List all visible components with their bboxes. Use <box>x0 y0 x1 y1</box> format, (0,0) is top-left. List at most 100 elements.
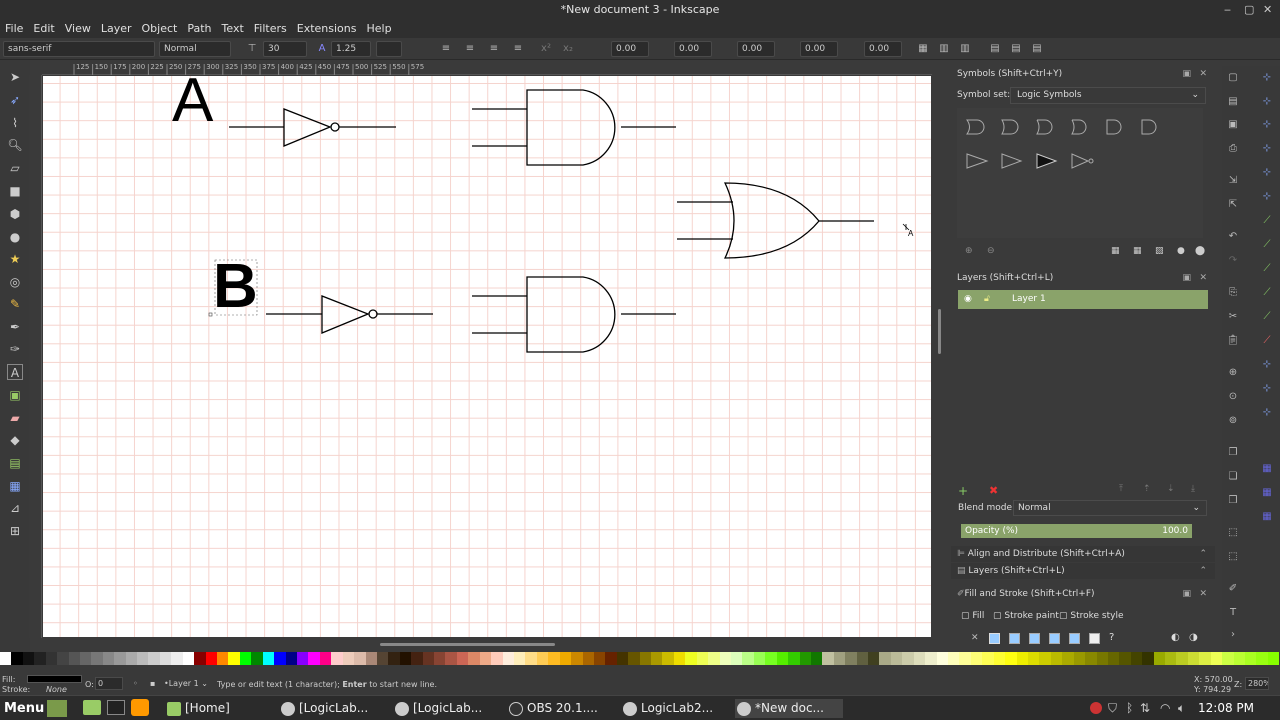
word-spacing-field[interactable]: 0.00 <box>800 41 838 57</box>
blend-mode-select[interactable]: Normal ⌄ <box>1013 500 1207 516</box>
palette-swatch[interactable] <box>411 652 423 665</box>
symbol-set-select[interactable]: Logic Symbols ⌄ <box>1010 87 1206 104</box>
align-center-icon[interactable]: ≡ <box>464 43 476 55</box>
new-document-icon[interactable]: ▢ <box>1226 71 1240 85</box>
selector-tool-icon[interactable]: ➤ <box>7 69 23 85</box>
palette-swatch[interactable] <box>1085 652 1097 665</box>
paint-flat-icon[interactable] <box>989 633 1000 644</box>
palette-swatch[interactable] <box>137 652 149 665</box>
palette-swatch[interactable] <box>102 652 115 665</box>
tray-bluetooth-icon[interactable]: ᛒ <box>1126 701 1133 715</box>
zoom-in-symbols-icon[interactable]: ⬤ <box>1195 246 1205 256</box>
symbol-buffer-2[interactable] <box>1001 153 1023 169</box>
snap-midpoints-icon[interactable]: ⊹ <box>1260 166 1274 180</box>
fill-rule-evenodd-icon[interactable]: ◐ <box>1171 632 1180 643</box>
palette-swatch[interactable] <box>879 652 891 665</box>
palette-swatch[interactable] <box>217 652 229 665</box>
palette-swatch[interactable] <box>673 652 686 665</box>
open-icon[interactable]: ▤ <box>1226 95 1240 109</box>
snap-toggle-icon[interactable]: ⊹ <box>1260 71 1274 85</box>
palette-swatch[interactable] <box>1187 652 1200 665</box>
menu-path[interactable]: Path <box>182 22 216 35</box>
palette-swatch[interactable] <box>57 652 69 665</box>
palette-swatch[interactable] <box>651 652 663 665</box>
snap-grid-icon[interactable]: ▦ <box>1260 486 1274 500</box>
palette-swatch[interactable] <box>1062 652 1074 665</box>
snap-cusp-icon[interactable]: ⟋ <box>1260 286 1274 300</box>
not-gate-a[interactable] <box>229 108 396 147</box>
palette-swatch[interactable] <box>285 652 297 665</box>
palette-swatch[interactable] <box>833 652 846 665</box>
palette-swatch[interactable] <box>205 652 218 665</box>
menu-edit[interactable]: Edit <box>28 22 59 35</box>
group-icon[interactable]: ⬚ <box>1226 526 1240 540</box>
canvas-text-b[interactable]: B <box>213 254 258 320</box>
show-desktop-icon[interactable] <box>47 700 67 717</box>
palette-swatch[interactable] <box>456 652 469 665</box>
palette-swatch[interactable] <box>308 652 320 665</box>
task-logiclab2[interactable]: LogicLab2... <box>621 699 729 718</box>
palette-swatch[interactable] <box>22 652 35 665</box>
palette-swatch[interactable] <box>479 652 492 665</box>
vertical-text-icon[interactable]: ▥ <box>938 43 950 55</box>
paste-icon[interactable]: 📋︎ <box>1226 334 1240 348</box>
menu-text[interactable]: Text <box>217 22 249 35</box>
panel-float-icon[interactable]: ▣ <box>1182 586 1191 602</box>
panel-float-icon[interactable]: ▣ <box>1182 66 1191 82</box>
horizontal-ruler[interactable]: 125 150 175 200 225 250 275 300 325 350 375 400 425 4… <box>42 62 932 75</box>
task-inkscape-active[interactable]: *New doc... <box>735 699 843 718</box>
text-baseline-handle[interactable] <box>208 312 213 317</box>
paint-mesh-icon[interactable] <box>1049 633 1060 644</box>
font-style-field[interactable]: Normal <box>159 41 231 57</box>
tab-fill[interactable]: ▢ Fill <box>961 611 984 621</box>
files-launcher-icon[interactable] <box>83 700 101 715</box>
paint-swatch-icon[interactable] <box>1089 633 1100 644</box>
layer-lower-icon[interactable]: ⇣ <box>1167 484 1175 494</box>
palette-swatch[interactable] <box>1016 652 1028 665</box>
palette-swatch[interactable] <box>970 652 983 665</box>
text-dialog-icon[interactable]: T <box>1226 606 1240 620</box>
palette-swatch[interactable] <box>605 652 617 665</box>
palette-swatch[interactable] <box>936 652 949 665</box>
menu-extensions[interactable]: Extensions <box>292 22 362 35</box>
palette-swatch[interactable] <box>1165 652 1177 665</box>
palette-swatch[interactable] <box>1107 652 1120 665</box>
panel-close-icon[interactable]: ✕ <box>1199 66 1207 82</box>
layer-lock-icon[interactable]: ▪ <box>150 679 155 688</box>
font-family-field[interactable]: sans-serif <box>3 41 155 57</box>
ellipse-tool-icon[interactable]: ● <box>7 229 23 245</box>
font-size-field[interactable]: 30 <box>263 41 307 57</box>
export-icon[interactable]: ⇱ <box>1226 198 1240 212</box>
calligraphy-tool-icon[interactable]: ✑ <box>7 341 23 357</box>
palette-swatch[interactable] <box>354 652 366 665</box>
palette-swatch[interactable] <box>788 652 800 665</box>
measure-tool-icon[interactable]: ▱ <box>7 160 23 176</box>
tray-wifi-icon[interactable]: ◠ <box>1160 701 1170 715</box>
palette-swatch[interactable] <box>376 652 389 665</box>
palette-swatch[interactable] <box>753 652 766 665</box>
vertical-ruler[interactable] <box>29 75 42 638</box>
add-symbol-icon[interactable]: ⊕ <box>965 246 973 256</box>
task-logiclab-1[interactable]: [LogicLab... <box>279 699 387 718</box>
palette-swatch[interactable] <box>708 652 720 665</box>
panel-float-icon[interactable]: ▣ <box>1182 270 1191 286</box>
tray-update-icon[interactable] <box>1090 702 1102 714</box>
palette-swatch[interactable] <box>331 652 343 665</box>
line-spacing-field[interactable]: 1.25 <box>331 41 371 57</box>
layers-panel-header[interactable]: Layers (Shift+Ctrl+L) ▣ ✕ <box>951 270 1215 286</box>
palette-swatch[interactable] <box>810 652 823 665</box>
tab-stroke-style[interactable]: ▢ Stroke style <box>1059 611 1124 621</box>
maximize-button[interactable]: ▢ <box>1244 0 1254 19</box>
task-obs[interactable]: OBS 20.1.... <box>507 699 615 718</box>
palette-swatch[interactable] <box>902 652 914 665</box>
symbol-not-1[interactable] <box>1071 153 1094 169</box>
pen-tool-icon[interactable]: ✒ <box>7 319 23 335</box>
star-tool-icon[interactable]: ★ <box>7 251 23 267</box>
layer-lower-bottom-icon[interactable]: ⤓ <box>1191 484 1195 494</box>
clone-icon[interactable]: ❏ <box>1226 470 1240 484</box>
zoom-field[interactable]: 280% <box>1245 677 1269 690</box>
palette-swatch[interactable] <box>422 652 435 665</box>
panel-close-icon[interactable]: ✕ <box>1199 586 1207 602</box>
symbol-and-4[interactable] <box>1071 119 1087 135</box>
orientation-sideways-icon[interactable]: ▤ <box>1031 43 1043 55</box>
